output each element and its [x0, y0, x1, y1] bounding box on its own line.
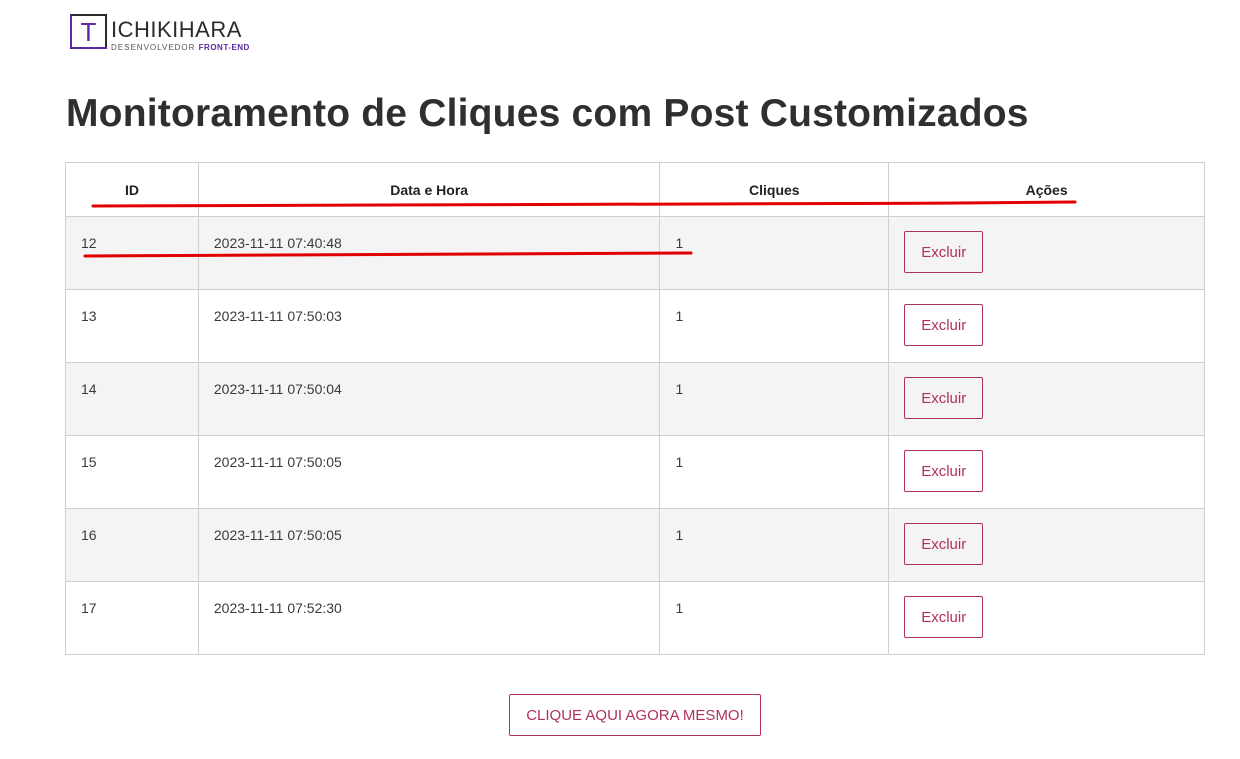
cell-actions: Excluir — [888, 508, 1205, 582]
table-row: 14 2023-11-11 07:50:04 1 Excluir — [65, 362, 1205, 436]
cell-clicks: 1 — [659, 581, 890, 655]
page: T ICHIKIHARA DESENVOLVEDOR FRONT-END Mon… — [0, 0, 1240, 759]
cell-actions: Excluir — [888, 435, 1205, 509]
logo-mark: T — [70, 14, 107, 49]
cell-actions: Excluir — [888, 216, 1205, 290]
cell-datetime: 2023-11-11 07:50:03 — [197, 289, 661, 363]
cell-datetime: 2023-11-11 07:50:05 — [197, 435, 661, 509]
column-header-id: ID — [65, 162, 199, 217]
logo-text: ICHIKIHARA DESENVOLVEDOR FRONT-END — [111, 14, 250, 53]
site-logo[interactable]: T ICHIKIHARA DESENVOLVEDOR FRONT-END — [70, 14, 250, 54]
column-header-clicks: Cliques — [659, 162, 890, 217]
cell-clicks: 1 — [659, 289, 890, 363]
cell-clicks: 1 — [659, 362, 890, 436]
table-header-row: ID Data e Hora Cliques Ações — [65, 162, 1205, 217]
delete-button[interactable]: Excluir — [904, 377, 984, 419]
logo-name: ICHIKIHARA — [111, 17, 242, 42]
cell-actions: Excluir — [888, 362, 1205, 436]
delete-button[interactable]: Excluir — [904, 231, 984, 273]
cell-id: 14 — [65, 362, 199, 436]
table-row: 15 2023-11-11 07:50:05 1 Excluir — [65, 435, 1205, 509]
table-row: 12 2023-11-11 07:40:48 1 Excluir — [65, 216, 1205, 290]
delete-button[interactable]: Excluir — [904, 523, 984, 565]
cell-id: 13 — [65, 289, 199, 363]
cell-actions: Excluir — [888, 289, 1205, 363]
delete-button[interactable]: Excluir — [904, 304, 984, 346]
logo-subtitle-accent: FRONT-END — [198, 43, 250, 52]
clicks-table: ID Data e Hora Cliques Ações 12 2023-11-… — [65, 162, 1205, 655]
logo-mark-letter: T — [80, 16, 97, 47]
table-row: 16 2023-11-11 07:50:05 1 Excluir — [65, 508, 1205, 582]
cell-id: 17 — [65, 581, 199, 655]
cell-datetime: 2023-11-11 07:52:30 — [197, 581, 661, 655]
cell-actions: Excluir — [888, 581, 1205, 655]
table-row: 13 2023-11-11 07:50:03 1 Excluir — [65, 289, 1205, 363]
cell-datetime: 2023-11-11 07:50:04 — [197, 362, 661, 436]
cell-id: 16 — [65, 508, 199, 582]
page-title: Monitoramento de Cliques com Post Custom… — [66, 92, 1029, 135]
table-row: 17 2023-11-11 07:52:30 1 Excluir — [65, 581, 1205, 655]
cell-clicks: 1 — [659, 435, 890, 509]
delete-button[interactable]: Excluir — [904, 596, 984, 638]
column-header-datetime: Data e Hora — [197, 162, 661, 217]
column-header-actions: Ações — [888, 162, 1205, 217]
cta-button[interactable]: CLIQUE AQUI AGORA MESMO! — [509, 694, 761, 736]
cell-datetime: 2023-11-11 07:50:05 — [197, 508, 661, 582]
logo-subtitle: DESENVOLVEDOR FRONT-END — [111, 43, 250, 52]
cell-id: 12 — [65, 216, 199, 290]
cell-id: 15 — [65, 435, 199, 509]
cell-clicks: 1 — [659, 216, 890, 290]
cell-clicks: 1 — [659, 508, 890, 582]
delete-button[interactable]: Excluir — [904, 450, 984, 492]
cell-datetime: 2023-11-11 07:40:48 — [197, 216, 661, 290]
logo-subtitle-prefix: DESENVOLVEDOR — [111, 43, 196, 52]
